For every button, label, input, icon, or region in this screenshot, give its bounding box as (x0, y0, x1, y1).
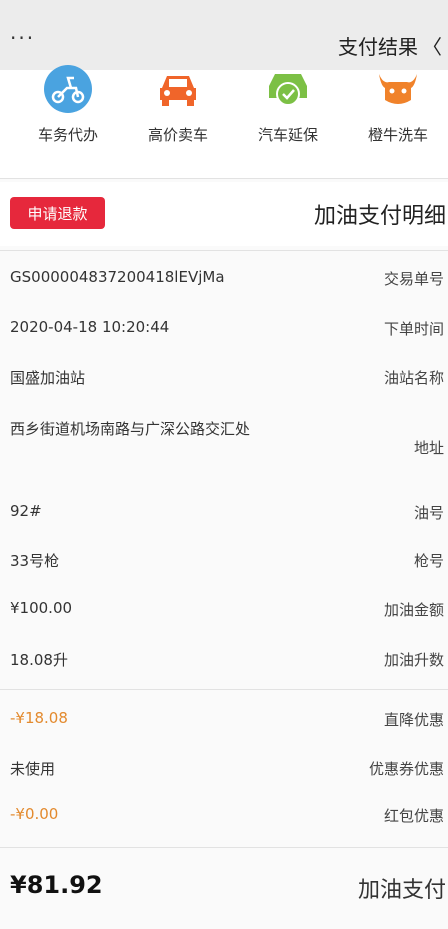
service-item-warranty[interactable]: 汽车延保 (238, 70, 338, 178)
redpacket-discount-label: 红包优惠 (383, 807, 444, 825)
service-shortcuts: 车务代办 高价卖车 汽车延保 橙牛洗车 (0, 65, 448, 178)
amount-value: ¥100.00 (10, 599, 73, 617)
car-shield-icon (263, 64, 313, 114)
address-label: 地址 (413, 439, 444, 457)
liters-label: 加油升数 (383, 651, 444, 669)
oil-no-label: 油号 (413, 504, 444, 522)
order-time-value: 2020-04-18 10:20:44 (10, 318, 170, 336)
order-time-label: 下单时间 (383, 320, 444, 338)
station-value: 国盛加油站 (10, 369, 86, 387)
bull-icon (373, 64, 423, 114)
more-icon[interactable]: ··· (10, 26, 35, 50)
service-label: 车务代办 (37, 126, 98, 144)
service-label: 高价卖车 (147, 126, 208, 144)
divider (0, 689, 448, 690)
page-title: 支付结果 (338, 35, 418, 59)
gun-no-value: 33号枪 (10, 552, 60, 570)
back-icon[interactable]: 〈 (422, 31, 442, 60)
station-label: 油站名称 (383, 369, 444, 387)
payment-detail-header: 申请退款 加油支付明细 (0, 182, 448, 246)
car-icon (153, 64, 203, 114)
oil-no-value: 92# (10, 502, 42, 520)
amount-label: 加油金额 (383, 601, 444, 619)
divider (0, 178, 448, 179)
trade-no-value: GS000004837200418lEVjMa (10, 268, 225, 286)
redpacket-discount-value: -¥0.00 (10, 805, 59, 823)
address-value: 西乡街道机场南路与广深公路交汇处 (10, 420, 251, 438)
total-row: ¥81.92 加油支付 (0, 855, 448, 921)
trade-no-label: 交易单号 (383, 270, 444, 288)
scooter-icon (43, 64, 93, 114)
total-label: 加油支付 (357, 878, 446, 903)
coupon-discount-label: 优惠券优惠 (368, 760, 444, 778)
divider (0, 847, 448, 848)
direct-discount-label: 直降优惠 (383, 711, 444, 729)
gun-no-label: 枪号 (413, 552, 444, 570)
nav-bar: ··· 支付结果 〈 (0, 0, 448, 71)
divider (0, 250, 448, 251)
service-item-car-wash[interactable]: 橙牛洗车 (348, 70, 448, 178)
coupon-discount-value: 未使用 (10, 760, 56, 778)
refund-button[interactable]: 申请退款 (10, 197, 105, 229)
total-value: ¥81.92 (10, 871, 103, 899)
service-label: 汽车延保 (257, 126, 318, 144)
direct-discount-value: -¥18.08 (10, 709, 68, 727)
service-item-sell-car[interactable]: 高价卖车 (128, 70, 228, 178)
service-label: 橙牛洗车 (367, 126, 428, 144)
section-title: 加油支付明细 (313, 204, 446, 229)
service-item-agency[interactable]: 车务代办 (18, 65, 118, 178)
liters-value: 18.08升 (10, 651, 68, 669)
